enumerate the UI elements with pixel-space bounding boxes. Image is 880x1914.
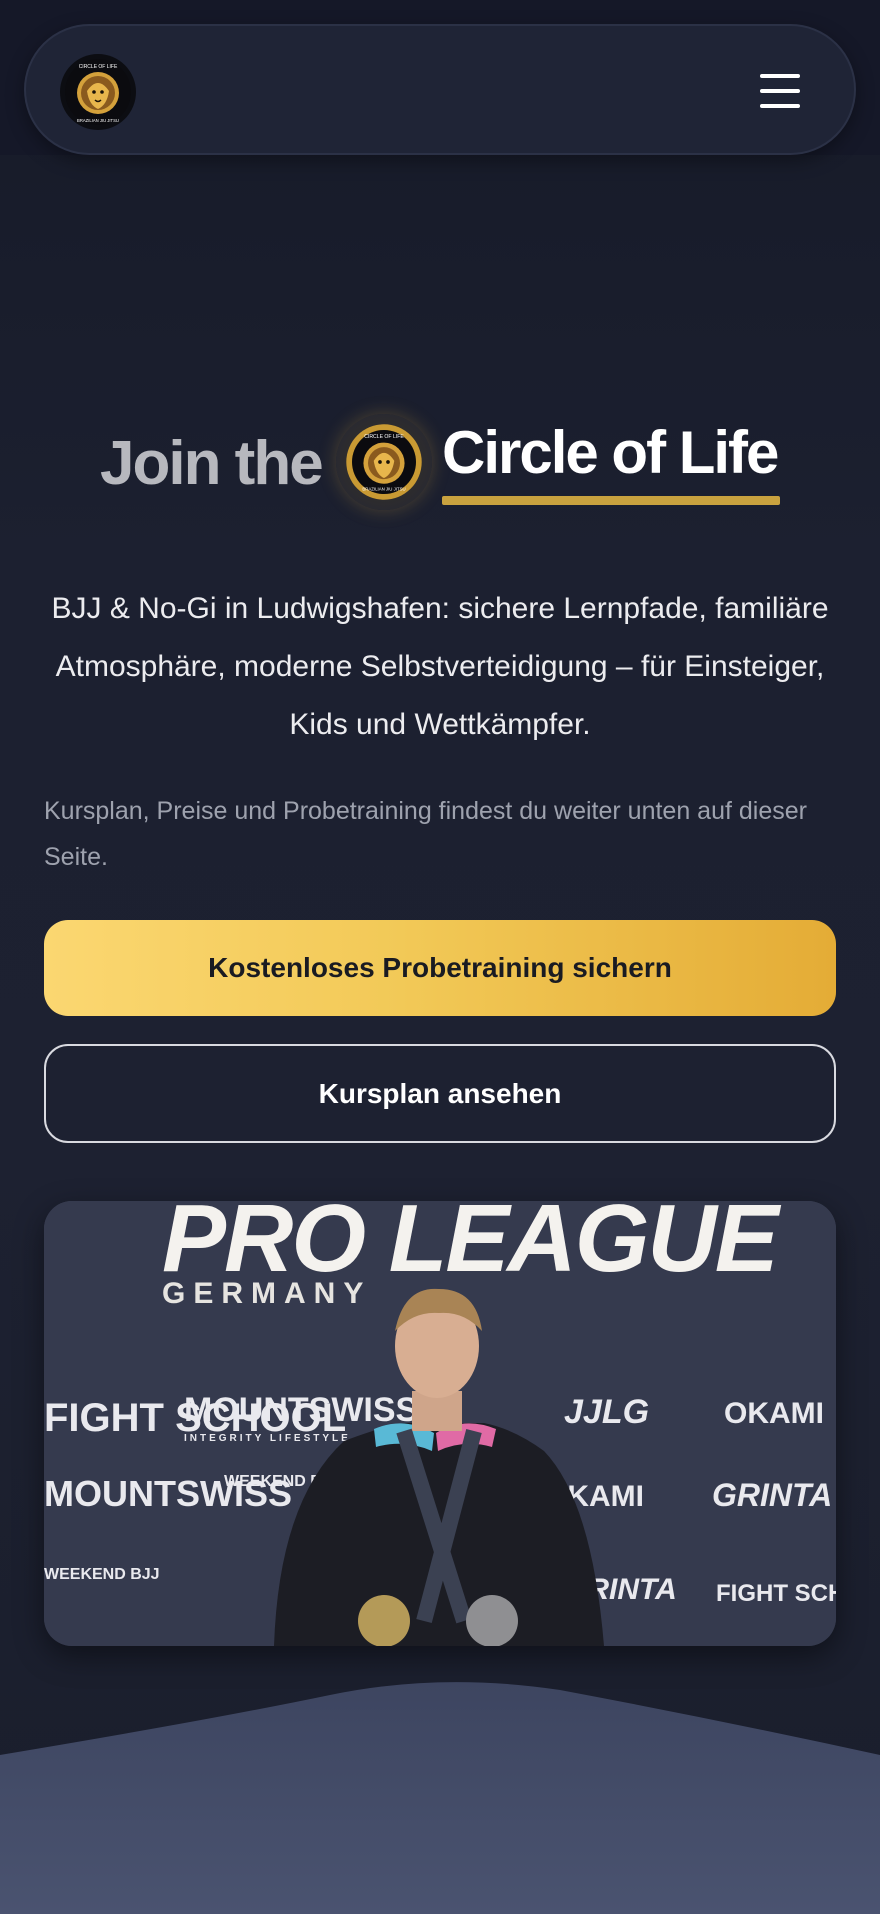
banner-sub: GERMANY xyxy=(162,1277,371,1310)
sponsor-integrity-1: INTEGRITY LIFESTYLE xyxy=(184,1433,351,1444)
sponsor-mountswiss-1: MOUNTSWISS xyxy=(184,1391,418,1429)
lion-logo-icon: CIRCLE OF LIFE BRAZILIAN JIU JITSU xyxy=(65,59,131,125)
brand-underline xyxy=(442,496,780,505)
lion-badge-icon: CIRCLE OF LIFE BRAZILIAN JIU JITSU xyxy=(336,414,432,510)
menu-bar-1 xyxy=(760,74,800,78)
section-wave xyxy=(0,1682,880,1914)
sponsor-fight-school-2: FIGHT SCHOOL xyxy=(716,1580,836,1607)
menu-bar-2 xyxy=(760,89,800,93)
site-header: CIRCLE OF LIFE BRAZILIAN JIU JITSU xyxy=(24,24,856,155)
badge-text-top: CIRCLE OF LIFE xyxy=(364,434,404,440)
schedule-button[interactable]: Kursplan ansehen xyxy=(44,1044,836,1143)
hero-heading: Join the CIRCLE OF LIFE BRAZILIAN JIU JI… xyxy=(0,410,880,520)
hero-note-text: Kursplan, Preise und Probetraining finde… xyxy=(44,797,807,871)
hero-photo: PRO LEAGUE GERMANY FIGHT SCHOOL MOUNTSWI… xyxy=(44,1201,836,1646)
sponsor-weekend-2: WEEKEND BJJ xyxy=(44,1566,160,1583)
lion-emblem-icon: CIRCLE OF LIFE BRAZILIAN JIU JITSU xyxy=(346,424,422,500)
site-logo[interactable]: CIRCLE OF LIFE BRAZILIAN JIU JITSU xyxy=(60,54,136,130)
free-trial-button[interactable]: Kostenloses Probetraining sichern xyxy=(44,920,836,1016)
sponsor-grinta-1: GRINTA xyxy=(712,1477,832,1513)
menu-bar-3 xyxy=(760,104,800,108)
sponsor-jjlg-1: JJLG xyxy=(564,1393,649,1431)
hero-title-brand: Circle of Life xyxy=(442,419,779,486)
badge-text-bottom: BRAZILIAN JIU JITSU xyxy=(362,487,405,492)
logo-text-top: CIRCLE OF LIFE xyxy=(79,64,118,70)
hero-lead-text: BJJ & No-Gi in Ludwigshafen: sichere Ler… xyxy=(51,592,829,741)
hero-title-prefix: Join the xyxy=(100,429,324,498)
logo-text-bottom: BRAZILIAN JIU JITSU xyxy=(77,118,119,123)
hamburger-menu-icon[interactable] xyxy=(760,74,800,108)
sponsor-okami-1: OKAMI xyxy=(724,1397,824,1430)
athlete-photo: PRO LEAGUE GERMANY FIGHT SCHOOL MOUNTSWI… xyxy=(44,1201,836,1646)
